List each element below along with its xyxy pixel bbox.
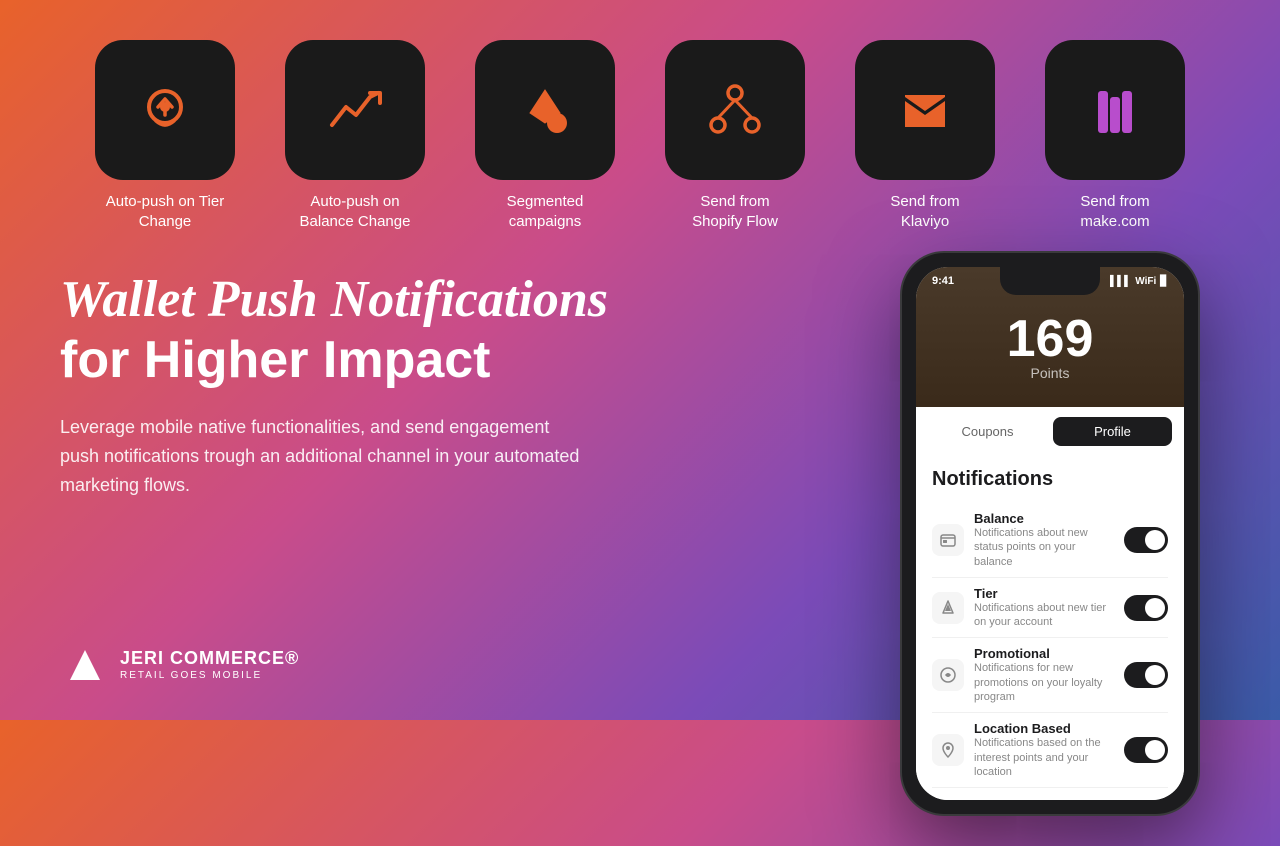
notif-icon-tier (932, 592, 964, 624)
main-content: Wallet Push Notifications for Higher Imp… (0, 251, 1280, 846)
status-icons: ▌▌▌ WiFi ▊ (1110, 275, 1168, 287)
brand-name: JERI COMMERCE® (120, 648, 299, 670)
notif-text-location: Location Based Notifications based on th… (974, 721, 1114, 779)
phone-points: 169 (1007, 313, 1094, 365)
notif-name-tier: Tier (974, 586, 1114, 601)
notif-icon-location (932, 734, 964, 766)
phone-tabs: Coupons Profile (916, 407, 1184, 456)
toggle-balance[interactable] (1124, 527, 1168, 553)
notif-name-location: Location Based (974, 721, 1114, 736)
phone-points-label: Points (1031, 365, 1070, 381)
icon-item-balance: Auto-push onBalance Change (275, 40, 435, 231)
notif-icon-balance (932, 524, 964, 556)
icon-label-klaviyo: Send fromKlaviyo (890, 192, 959, 231)
toggle-tier[interactable] (1124, 595, 1168, 621)
notif-name-promo: Promotional (974, 646, 1114, 661)
icon-box-shopify (665, 40, 805, 180)
phone-mockup: 9:41 ▌▌▌ WiFi ▊ 169 Points Coupons Profi… (900, 251, 1200, 816)
icon-box-balance (285, 40, 425, 180)
icon-label-shopify: Send fromShopify Flow (692, 192, 778, 231)
phone-wrapper: 9:41 ▌▌▌ WiFi ▊ 169 Points Coupons Profi… (880, 251, 1220, 816)
icon-label-tier: Auto-push on Tier Change (85, 192, 245, 231)
icon-item-shopify: Send fromShopify Flow (655, 40, 815, 231)
icon-item-make: Send frommake.com (1035, 40, 1195, 231)
notif-text-balance: Balance Notifications about new status p… (974, 511, 1114, 569)
notif-item-promo: Promotional Notifications for new promot… (932, 638, 1168, 713)
icon-box-klaviyo (855, 40, 995, 180)
notif-item-tier: Tier Notifications about new tier on you… (932, 578, 1168, 639)
notif-desc-location: Notifications based on the interest poin… (974, 736, 1114, 779)
notif-text-promo: Promotional Notifications for new promot… (974, 646, 1114, 704)
notif-text-tier: Tier Notifications about new tier on you… (974, 586, 1114, 630)
battery-icon: ▊ (1160, 276, 1168, 287)
toggle-promo[interactable] (1124, 662, 1168, 688)
notif-desc-tier: Notifications about new tier on your acc… (974, 601, 1114, 630)
headline-normal: for Higher Impact (60, 332, 840, 389)
status-bar: 9:41 ▌▌▌ WiFi ▊ (916, 275, 1184, 287)
tab-profile[interactable]: Profile (1053, 417, 1172, 446)
toggle-location[interactable] (1124, 737, 1168, 763)
tab-coupons[interactable]: Coupons (928, 417, 1047, 446)
tagline: RETAIL GOES MOBILE (120, 670, 299, 682)
logo-icon (60, 640, 110, 690)
notif-desc-promo: Notifications for new promotions on your… (974, 661, 1114, 704)
icon-label-balance: Auto-push onBalance Change (300, 192, 411, 231)
description: Leverage mobile native functionalities, … (60, 413, 580, 499)
signal-icon: ▌▌▌ (1110, 276, 1131, 287)
icon-box-make (1045, 40, 1185, 180)
notifications-title: Notifications (932, 468, 1168, 491)
logo-text: JERI COMMERCE® RETAIL GOES MOBILE (120, 648, 299, 682)
phone-top-bar: 9:41 ▌▌▌ WiFi ▊ 169 Points (916, 267, 1184, 407)
icon-label-make: Send frommake.com (1080, 192, 1149, 231)
logo: JERI COMMERCE® RETAIL GOES MOBILE (60, 640, 299, 690)
notif-desc-balance: Notifications about new status points on… (974, 526, 1114, 569)
phone-content: Notifications Balance Notific (916, 456, 1184, 800)
time: 9:41 (932, 275, 954, 287)
notif-item-balance: Balance Notifications about new status p… (932, 503, 1168, 578)
icon-box-tier (95, 40, 235, 180)
icon-item-segmented: Segmentedcampaigns (465, 40, 625, 231)
left-content: Wallet Push Notifications for Higher Imp… (60, 261, 840, 816)
icon-label-segmented: Segmentedcampaigns (507, 192, 584, 231)
headline-italic: Wallet Push Notifications (60, 271, 840, 328)
notif-icon-promo (932, 659, 964, 691)
wifi-icon: WiFi (1135, 276, 1156, 287)
icons-row: Auto-push on Tier Change Auto-push onBal… (0, 0, 1280, 251)
icon-item-tier: Auto-push on Tier Change (85, 40, 245, 231)
notif-name-balance: Balance (974, 511, 1114, 526)
icon-box-segmented (475, 40, 615, 180)
notif-item-location: Location Based Notifications based on th… (932, 713, 1168, 788)
icon-item-klaviyo: Send fromKlaviyo (845, 40, 1005, 231)
phone-inner: 9:41 ▌▌▌ WiFi ▊ 169 Points Coupons Profi… (916, 267, 1184, 800)
